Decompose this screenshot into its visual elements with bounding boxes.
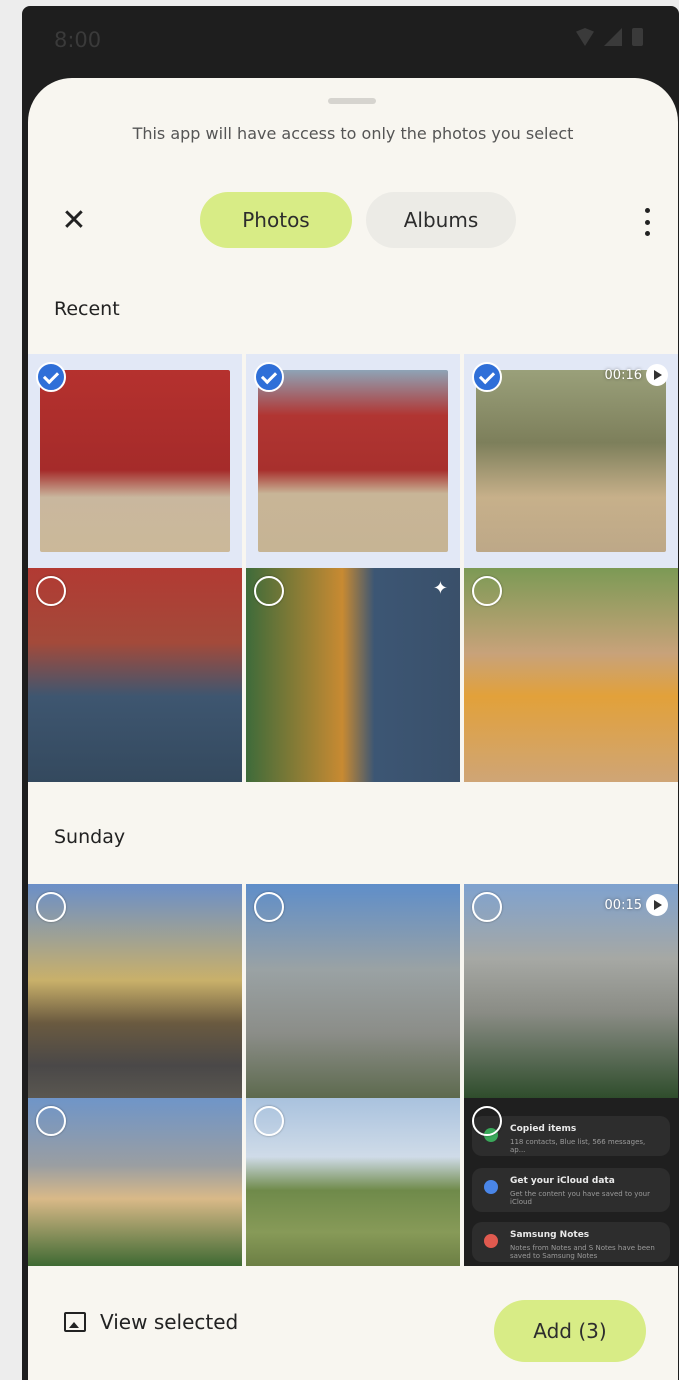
unselected-circle-icon [472,892,502,922]
more-vert-icon [644,208,650,236]
unselected-circle-icon [472,576,502,606]
status-icons [576,28,643,46]
section-title-sunday: Sunday [54,826,126,848]
photo-thumbnail[interactable] [28,884,242,1098]
access-notice: This app will have access to only the ph… [132,124,574,143]
bottom-action-bar: View selected Add (3) [28,1276,678,1380]
selected-check-icon [254,362,284,392]
picker-tabs: Photos Albums [200,192,516,248]
section-title-recent: Recent [54,298,120,320]
screenshot-card-title: Samsung Notes [510,1230,590,1240]
screenshot-thumbnail[interactable]: Copied items 118 contacts, Blue list, 56… [464,1098,678,1266]
unselected-circle-icon [36,892,66,922]
selected-check-icon [36,362,66,392]
photo-image [40,370,230,552]
play-icon [646,364,668,386]
screenshot-card-subtitle: Get the content you have saved to your i… [510,1190,650,1206]
close-icon: ✕ [61,202,87,238]
screenshot-card-title: Copied items [510,1124,577,1134]
unselected-circle-icon [472,1106,502,1136]
unselected-circle-icon [254,576,284,606]
photo-thumbnail[interactable] [28,354,242,568]
screenshot-card-subtitle: Notes from Notes and S Notes have been s… [510,1244,655,1260]
more-options-button[interactable] [642,208,652,236]
status-bar: 8:00 [22,6,679,74]
view-selected-label: View selected [100,1310,239,1334]
screenshot-card: Samsung Notes Notes from Notes and S Not… [472,1222,670,1262]
tab-photos[interactable]: Photos [200,192,352,248]
selected-check-icon [472,362,502,392]
photo-image [258,370,448,552]
cloud-icon [484,1180,498,1194]
drag-handle[interactable] [328,98,376,104]
photo-picker-sheet: This app will have access to only the ph… [28,78,678,1380]
screenshot-card-subtitle: 118 contacts, Blue list, 566 messages, a… [510,1138,646,1154]
photo-thumbnail[interactable] [246,1098,460,1266]
photo-image [476,370,666,552]
wifi-icon [576,28,594,46]
photo-library-icon [64,1312,86,1332]
unselected-circle-icon [36,1106,66,1136]
photo-thumbnail[interactable] [246,884,460,1098]
unselected-circle-icon [254,1106,284,1136]
video-thumbnail[interactable]: 00:16 [464,354,678,568]
close-button[interactable]: ✕ [54,200,94,240]
play-icon [646,894,668,916]
video-duration-badge: 00:15 [605,894,668,916]
screenshot-card-title: Get your iCloud data [510,1176,615,1186]
view-selected-button[interactable]: View selected [64,1310,238,1334]
sparkle-icon: ✦ [432,578,448,599]
video-duration: 00:16 [604,367,642,383]
photo-thumbnail[interactable] [28,1098,242,1266]
tab-albums[interactable]: Albums [366,192,516,248]
video-duration: 00:15 [604,897,642,913]
screenshot-card: Get your iCloud data Get the content you… [472,1168,670,1212]
cellular-icon [604,28,622,46]
phone-frame: 8:00 This app will have access to only t… [22,6,679,1380]
photo-thumbnail[interactable]: ✦ [246,568,460,782]
battery-icon [632,28,643,46]
notes-icon [484,1234,498,1248]
photo-thumbnail[interactable] [246,354,460,568]
unselected-circle-icon [254,892,284,922]
add-button[interactable]: Add (3) [494,1300,646,1362]
photo-thumbnail[interactable] [28,568,242,782]
video-thumbnail[interactable]: 00:15 [464,884,678,1098]
video-duration-badge: 00:16 [605,364,668,386]
unselected-circle-icon [36,576,66,606]
sunday-grid: 00:15 Copied items 118 contacts, Blue li… [28,884,678,1266]
status-time: 8:00 [54,28,102,52]
recent-grid: 00:16 ✦ [28,354,678,782]
photo-thumbnail[interactable] [464,568,678,782]
